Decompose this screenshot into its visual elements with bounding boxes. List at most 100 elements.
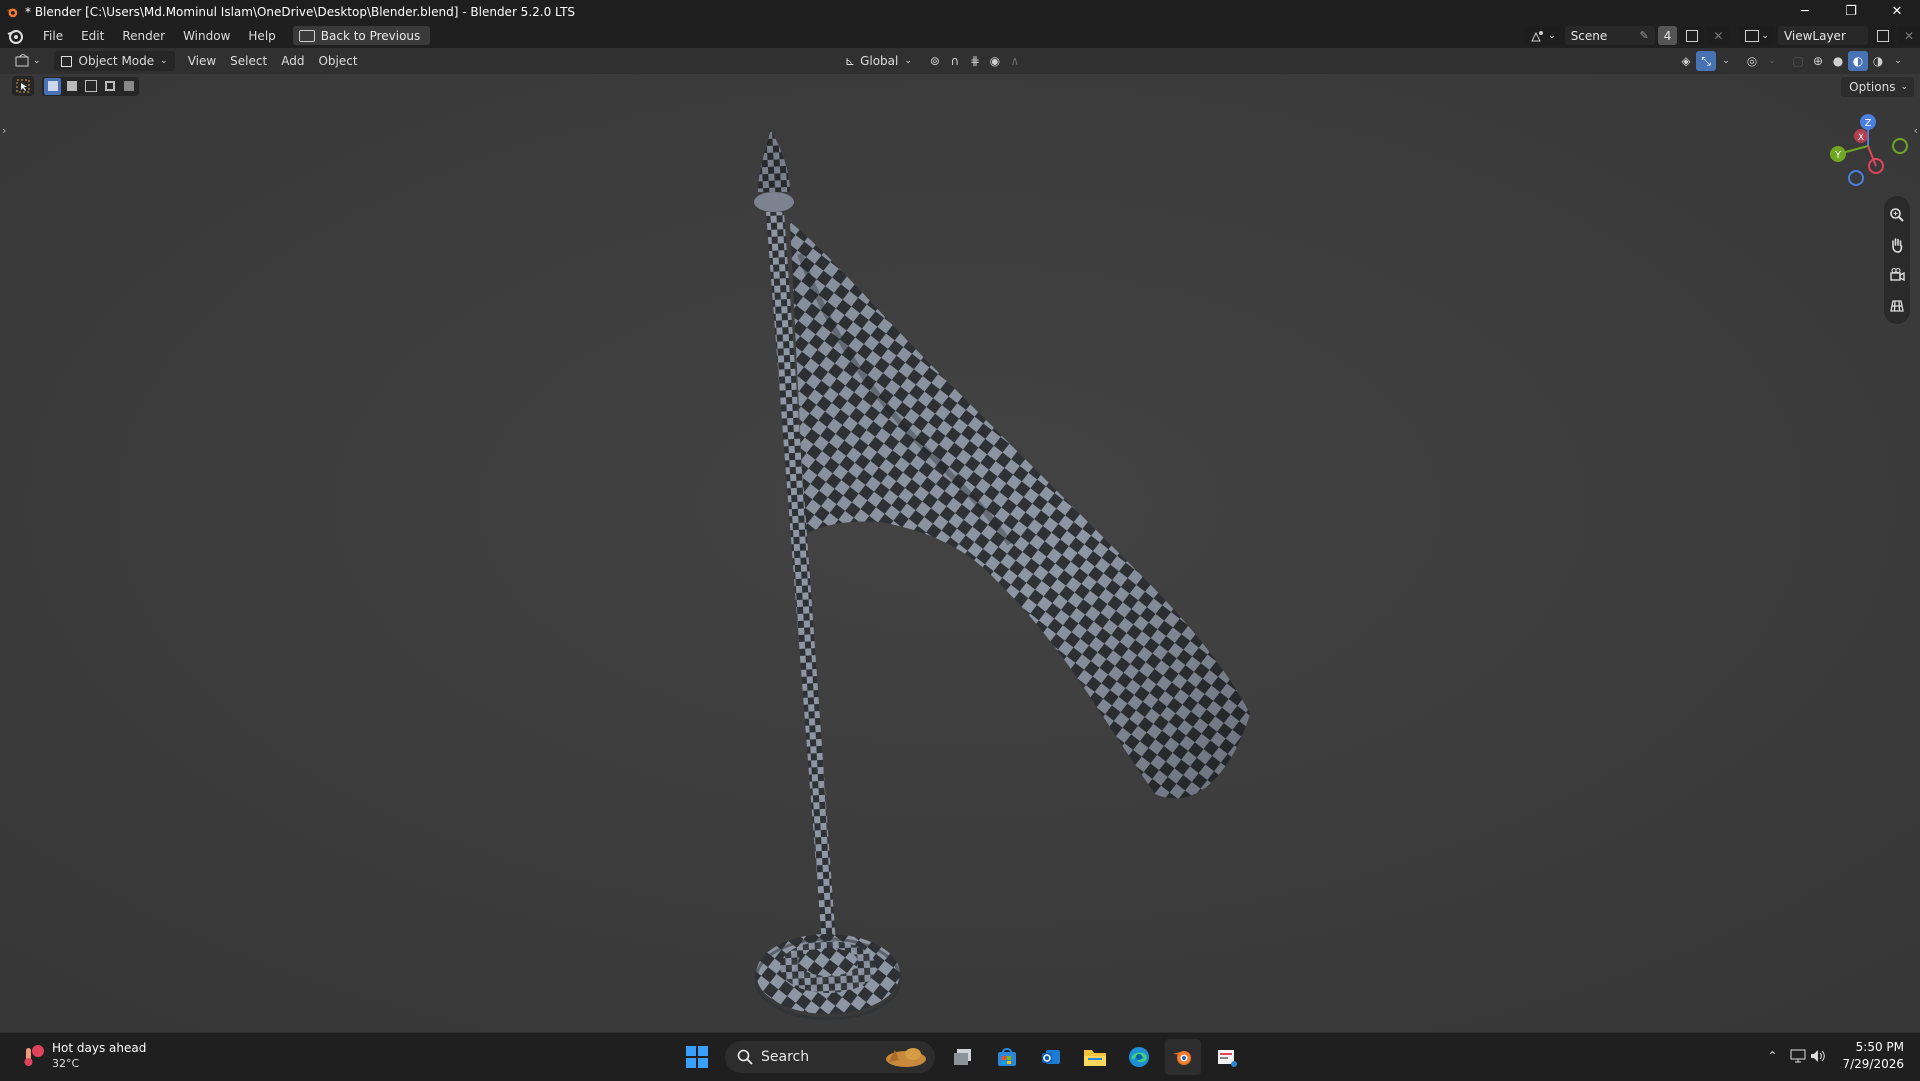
gizmo-x-label: X [1858,133,1864,143]
transform-orientation-dropdown[interactable]: ⊾ Global ⌄ [838,51,919,71]
gizmo-y-label: Y [1834,150,1842,161]
grid-ortho-icon[interactable] [1884,290,1910,320]
outlook-icon[interactable] [1033,1039,1069,1075]
editor-type-icon [15,54,29,67]
scene-browse-button[interactable]: ⌄ [1524,26,1562,45]
menu-edit[interactable]: Edit [72,29,113,43]
weather-widget[interactable]: Hot days ahead 32°C [20,1041,146,1070]
taskbar-search-box[interactable]: Search [725,1041,935,1073]
snipping-tool-icon[interactable] [1209,1039,1245,1075]
new-scene-button[interactable] [1680,26,1705,45]
windows-start-icon[interactable] [679,1039,715,1075]
new-viewlayer-button[interactable] [1870,26,1895,45]
pan-hand-icon[interactable] [1884,230,1910,260]
pivot-point-icon[interactable]: ⊚ [925,51,945,71]
snap-increment-icon[interactable]: ⋕ [965,51,985,71]
menu-render[interactable]: Render [113,29,174,43]
viewport-right-tools: ◈ ⤡ ⌄ ◎ ⌄ ▢ ⊕ ● ◐ ◑ ⌄ [1676,51,1908,71]
selection-mode-group [42,76,139,96]
delete-viewlayer-button[interactable]: ✕ [1897,26,1920,45]
close-button[interactable]: ✕ [1874,0,1920,23]
network-icon[interactable] [1788,1046,1808,1066]
show-gizmo-icon[interactable]: ⤡ [1696,51,1716,71]
clock-time: 5:50 PM [1855,1040,1904,1054]
visibility-eye-icon[interactable]: ◈ [1676,51,1696,71]
select-subtract-mode-icon[interactable] [82,78,99,95]
chevron-down-icon: ⌄ [904,56,912,66]
weather-title: Hot days ahead [52,1041,147,1055]
blender-menu-icon[interactable] [6,27,24,45]
screen-icon [298,29,315,42]
transform-orientation-label: Global [860,54,899,68]
restore-button[interactable]: ❐ [1828,0,1874,23]
editor-type-button[interactable]: ⌄ [8,51,48,71]
options-label: Options [1849,80,1896,94]
select-intersect-mode-icon[interactable] [120,78,137,95]
flag-base[interactable] [754,934,902,1021]
minimize-button[interactable]: ─ [1782,0,1828,23]
scene-name: Scene [1570,28,1608,43]
blender-taskbar-icon[interactable] [1165,1039,1201,1075]
viewlayer-icon [1745,29,1760,42]
wireframe-shading-icon[interactable]: ⊕ [1808,51,1828,71]
scene-users-label: 4 [1663,28,1672,43]
menu-select[interactable]: Select [223,51,274,71]
window-title: * Blender [C:\Users\Md.Mominul Islam\One… [25,4,576,19]
blender-logo-icon [6,8,18,17]
snap-magnet-icon[interactable]: ∩ [945,51,965,71]
object-mode-icon [60,55,72,67]
pin-icon[interactable]: ✎ [1639,29,1648,42]
select-new-mode-icon[interactable] [44,77,61,95]
overlays-dropdown[interactable]: ⌄ [1762,51,1782,71]
system-clock[interactable]: 5:50 PM 7/29/2026 [1842,1039,1904,1073]
shading-dropdown[interactable]: ⌄ [1888,51,1908,71]
volume-icon[interactable] [1808,1046,1828,1066]
menu-add[interactable]: Add [274,51,311,71]
menu-object[interactable]: Object [311,51,364,71]
rendered-shading-icon[interactable]: ◑ [1868,51,1888,71]
back-to-previous-button[interactable]: Back to Previous [292,26,431,45]
delete-scene-button[interactable]: ✕ [1707,26,1730,45]
sidebar-expand-icon[interactable]: ‹ [1914,124,1918,137]
menu-view[interactable]: View [181,51,223,71]
falloff-curve-icon[interactable]: ∧ [1005,51,1025,71]
solid-shading-icon[interactable]: ● [1828,51,1848,71]
chevron-up-icon[interactable]: ⌃ [1762,1046,1782,1066]
select-extend-mode-icon[interactable] [63,78,80,95]
object-mode-dropdown[interactable]: Object Mode ⌄ [53,51,175,71]
material-preview-shading-icon[interactable]: ◐ [1848,51,1868,71]
clock-date: 7/29/2026 [1842,1057,1904,1071]
options-dropdown[interactable]: Options ⌄ [1841,77,1914,97]
select-tool-button[interactable] [12,76,34,96]
search-icon [737,1049,753,1065]
3d-viewport[interactable]: Z Y X [0,74,1920,1032]
select-invert-mode-icon[interactable] [101,78,118,95]
toolbar-expand-icon[interactable]: › [2,124,6,137]
file-explorer-icon[interactable] [1077,1039,1113,1075]
scene-selector-area: ⌄ Scene ✎ 4 ✕ ⌄ ViewLayer ✕ [1521,23,1920,48]
chevron-down-icon: ⌄ [1548,30,1556,41]
viewlayer-browse-button[interactable]: ⌄ [1739,26,1775,45]
menu-help[interactable]: Help [239,29,284,43]
chevron-down-icon: ⌄ [160,56,168,66]
viewlayer-name-field[interactable]: ViewLayer [1777,26,1868,45]
menu-file[interactable]: File [34,29,72,43]
overlays-icon[interactable]: ◎ [1742,51,1762,71]
system-tray: ⌃ 5:50 PM 7/29/2026 [1762,1039,1904,1073]
store-icon[interactable] [989,1039,1025,1075]
camera-icon[interactable] [1884,260,1910,290]
zoom-icon[interactable] [1884,200,1910,230]
gizmo-dropdown[interactable]: ⌄ [1716,51,1736,71]
task-view-icon[interactable] [945,1039,981,1075]
search-highlight-image [886,1048,926,1067]
edge-icon[interactable] [1121,1039,1157,1075]
menu-window[interactable]: Window [174,29,239,43]
proportional-edit-icon[interactable]: ◉ [985,51,1005,71]
scene-users-count[interactable]: 4 [1657,26,1678,45]
windows-taskbar: Hot days ahead 32°C Search ⌃ 5:50 PM 7/2… [0,1032,1920,1081]
duplicate-icon [1686,29,1699,42]
x-icon: ✕ [1713,28,1724,43]
navigation-tools [1884,196,1910,324]
xray-icon[interactable]: ▢ [1788,51,1808,71]
scene-name-field[interactable]: Scene ✎ [1564,26,1655,45]
